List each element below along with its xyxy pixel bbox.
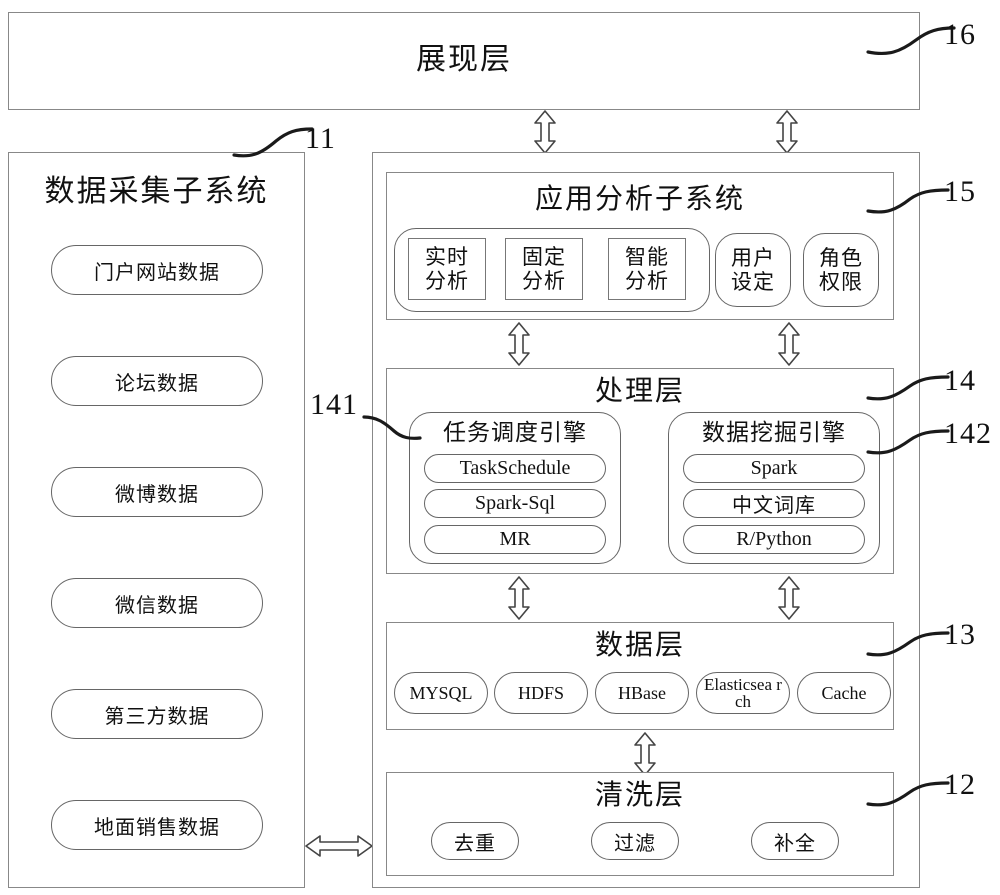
cleaning-layer-title: 清洗层 — [594, 780, 685, 811]
data-store-label: Elasticsea rch — [704, 675, 782, 711]
leader-line-13 — [866, 630, 952, 658]
leader-line-14 — [866, 374, 952, 402]
collection-item-wechat[interactable]: 微信数据 — [51, 578, 263, 628]
arrow-presentation-to-analysis-right — [775, 110, 799, 154]
data-store-label: MYSQL — [409, 682, 473, 703]
cleaning-op-label: 过滤 — [614, 832, 656, 855]
collection-item-portal[interactable]: 门户网站数据 — [51, 245, 263, 295]
collection-item-label: 微信数据 — [115, 594, 199, 617]
arrow-presentation-to-analysis-left — [533, 110, 557, 154]
collection-subsystem-title: 数据采集子系统 — [44, 175, 269, 208]
data-store-label: HBase — [618, 682, 666, 703]
analysis-extra-label: 用户 设定 — [731, 245, 775, 294]
data-mining-item-spark[interactable]: Spark — [683, 454, 865, 483]
leader-line-12 — [866, 780, 952, 808]
data-mining-engine-title: 数据挖掘引擎 — [702, 420, 846, 445]
data-store-label: HDFS — [517, 682, 565, 703]
leader-line-141 — [362, 414, 422, 442]
analysis-mode-intelligent[interactable]: 智能 分析 — [608, 238, 686, 300]
data-store-mysql[interactable]: MYSQL — [394, 672, 488, 714]
analysis-extra-user-settings[interactable]: 用户 设定 — [715, 233, 791, 307]
reference-numeral-12: 12 — [944, 768, 976, 801]
arrow-processing-to-data-right — [777, 576, 801, 620]
arrow-processing-to-data-left — [507, 576, 531, 620]
analysis-subsystem-title: 应用分析子系统 — [534, 184, 745, 215]
collection-item-label: 论坛数据 — [115, 372, 199, 395]
engine-item-label: Spark — [750, 457, 798, 479]
collection-item-offline-sales[interactable]: 地面销售数据 — [51, 800, 263, 850]
leader-line-142 — [866, 428, 952, 456]
reference-numeral-14: 14 — [944, 364, 976, 397]
reference-numeral-141: 141 — [310, 388, 358, 421]
engine-item-label: Spark-Sql — [475, 492, 555, 514]
engine-item-label: 中文词库 — [732, 495, 816, 517]
analysis-mode-label: 实时 分析 — [425, 244, 469, 293]
data-mining-item-chinese-lexicon[interactable]: 中文词库 — [683, 489, 865, 518]
data-store-label: Cache — [821, 682, 867, 703]
collection-item-label: 第三方数据 — [104, 705, 210, 728]
leader-line-11 — [232, 125, 316, 159]
collection-item-forum[interactable]: 论坛数据 — [51, 356, 263, 406]
leader-line-15 — [866, 186, 952, 216]
data-store-elasticsearch[interactable]: Elasticsea rch — [696, 672, 790, 714]
cleaning-op-dedupe[interactable]: 去重 — [431, 822, 519, 860]
arrow-analysis-to-processing-left — [507, 322, 531, 366]
cleaning-op-complete[interactable]: 补全 — [751, 822, 839, 860]
task-schedule-engine-title: 任务调度引擎 — [443, 420, 587, 445]
data-mining-item-r-python[interactable]: R/Python — [683, 525, 865, 554]
engine-item-label: MR — [499, 528, 531, 550]
analysis-extra-label: 角色 权限 — [819, 245, 863, 294]
task-schedule-item-taskschedule[interactable]: TaskSchedule — [424, 454, 606, 483]
data-store-hdfs[interactable]: HDFS — [494, 672, 588, 714]
collection-item-label: 微博数据 — [115, 483, 199, 506]
engine-item-label: R/Python — [736, 528, 812, 550]
collection-item-weibo[interactable]: 微博数据 — [51, 467, 263, 517]
reference-numeral-142: 142 — [944, 417, 992, 450]
cleaning-op-label: 补全 — [774, 832, 816, 855]
arrow-data-to-cleaning — [633, 732, 657, 776]
cleaning-op-label: 去重 — [454, 832, 496, 855]
reference-numeral-13: 13 — [944, 618, 976, 651]
analysis-mode-realtime[interactable]: 实时 分析 — [408, 238, 486, 300]
analysis-extra-role-permission[interactable]: 角色 权限 — [803, 233, 879, 307]
presentation-layer-box: 展现层 — [8, 12, 920, 110]
arrow-collection-to-main — [305, 833, 373, 859]
collection-subsystem-box: 数据采集子系统 门户网站数据 论坛数据 微博数据 微信数据 第三方数据 地面销售… — [8, 152, 305, 888]
presentation-layer-title: 展现层 — [416, 43, 512, 76]
reference-numeral-15: 15 — [944, 175, 976, 208]
data-store-cache[interactable]: Cache — [797, 672, 891, 714]
reference-numeral-16: 16 — [944, 18, 976, 51]
data-layer-title: 数据层 — [594, 630, 685, 661]
engine-item-label: TaskSchedule — [459, 457, 571, 479]
analysis-mode-label: 智能 分析 — [625, 244, 669, 293]
task-schedule-item-spark-sql[interactable]: Spark-Sql — [424, 489, 606, 518]
collection-item-label: 门户网站数据 — [94, 261, 220, 284]
analysis-mode-fixed[interactable]: 固定 分析 — [505, 238, 583, 300]
collection-item-third-party[interactable]: 第三方数据 — [51, 689, 263, 739]
analysis-mode-label: 固定 分析 — [522, 244, 566, 293]
collection-item-label: 地面销售数据 — [94, 816, 220, 839]
reference-numeral-11: 11 — [305, 122, 336, 155]
data-store-hbase[interactable]: HBase — [595, 672, 689, 714]
task-schedule-item-mr[interactable]: MR — [424, 525, 606, 554]
processing-layer-title: 处理层 — [594, 376, 685, 407]
cleaning-op-filter[interactable]: 过滤 — [591, 822, 679, 860]
arrow-analysis-to-processing-right — [777, 322, 801, 366]
